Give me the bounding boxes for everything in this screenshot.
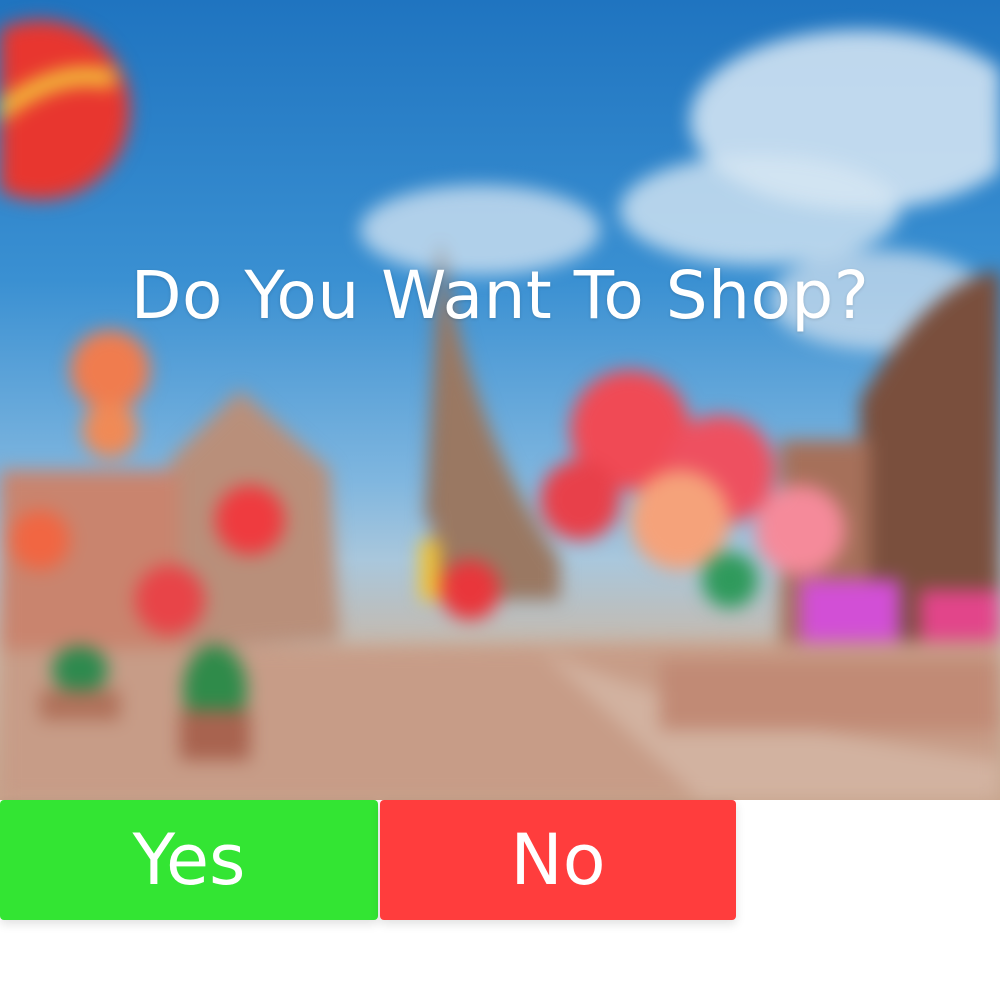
background-scene-image xyxy=(0,20,1000,800)
yes-button[interactable]: Yes xyxy=(0,800,378,920)
blurred-game-background xyxy=(0,0,1000,800)
no-button[interactable]: No xyxy=(380,800,736,920)
shop-question-title: Do You Want To Shop? xyxy=(130,257,870,334)
shop-prompt-dialog: Do You Want To Shop? Yes No xyxy=(0,0,1000,982)
